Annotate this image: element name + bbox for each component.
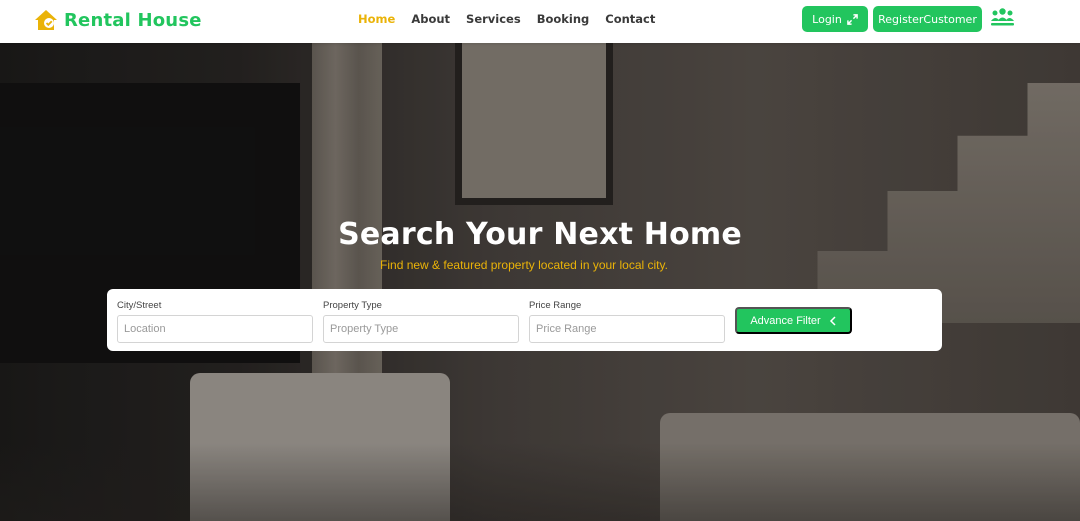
brand-logo-link[interactable]: Rental House (33, 8, 202, 32)
nav-about[interactable]: About (411, 12, 450, 26)
price-range-label: Price Range (529, 300, 582, 311)
advance-filter-button[interactable]: Advance Filter (735, 307, 852, 334)
chevron-left-icon (829, 315, 836, 326)
city-field: City/Street (117, 300, 313, 343)
hero-title: Search Your Next Home (338, 217, 742, 252)
property-type-label: Property Type (323, 300, 382, 311)
advance-filter-label: Advance Filter (750, 314, 821, 327)
nav-contact[interactable]: Contact (605, 12, 655, 26)
hero-subtitle: Find new & featured property located in … (380, 258, 668, 272)
top-navbar: Rental House Home About Services Booking… (0, 0, 1080, 43)
property-type-input[interactable] (323, 315, 519, 343)
house-icon (35, 10, 57, 30)
login-label: Login (812, 12, 842, 26)
price-range-input[interactable] (529, 315, 725, 343)
users-icon[interactable] (990, 7, 1015, 26)
register-customer-button[interactable]: RegisterCustomer (873, 6, 982, 32)
nav-services[interactable]: Services (466, 12, 521, 26)
location-input[interactable] (117, 315, 313, 343)
expand-arrows-icon (847, 13, 858, 25)
price-range-field: Price Range (529, 300, 725, 343)
nav-home[interactable]: Home (358, 12, 395, 26)
login-button[interactable]: Login (802, 6, 868, 32)
search-card: City/Street Property Type Price Range Ad… (107, 289, 942, 351)
hero-overlay (0, 43, 1080, 521)
hero-section: Search Your Next Home Find new & feature… (0, 43, 1080, 521)
nav-booking[interactable]: Booking (537, 12, 590, 26)
city-label: City/Street (117, 300, 162, 311)
main-nav: Home About Services Booking Contact (358, 12, 655, 26)
property-type-field: Property Type (323, 300, 519, 343)
brand-name: Rental House (64, 9, 202, 31)
